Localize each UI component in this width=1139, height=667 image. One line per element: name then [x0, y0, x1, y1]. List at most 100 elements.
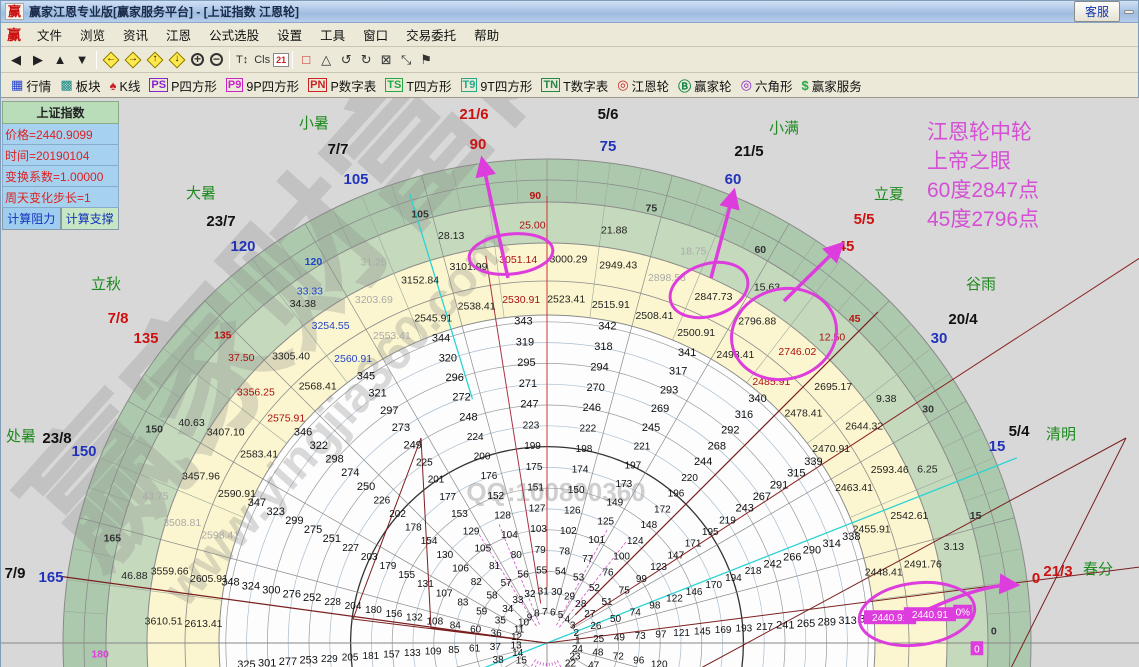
wheel-number: 51	[601, 597, 613, 608]
wheel-number: 296	[446, 372, 464, 384]
menu-item-7[interactable]: 窗口	[355, 23, 396, 46]
wheel-number: 80	[511, 550, 523, 561]
diamond-left-icon[interactable]: ←	[102, 51, 120, 69]
wheel-number: 153	[451, 509, 468, 520]
view-button-0[interactable]: ▦ 行情	[7, 76, 55, 95]
menu-item-2[interactable]: 资讯	[115, 23, 156, 46]
wheel-number: 324	[242, 581, 260, 593]
view-button-1[interactable]: ▩ 板块	[56, 76, 104, 95]
menu-item-1[interactable]: 浏览	[72, 23, 113, 46]
view-button-8[interactable]: TN T数字表	[537, 76, 612, 95]
wheel-number: 156	[386, 609, 403, 620]
wheel-number: 36	[491, 628, 503, 639]
wheel-number: 58	[486, 591, 498, 602]
wheel-number: 125	[597, 516, 614, 527]
wheel-number: 218	[745, 566, 762, 577]
menu-item-0[interactable]: 文件	[29, 23, 70, 46]
menu-item-9[interactable]: 帮助	[466, 23, 507, 46]
wheel-number: 290	[803, 545, 821, 557]
wheel-number: 173	[616, 479, 633, 490]
diamond-up-icon[interactable]: ↑	[146, 51, 164, 69]
view-button-9[interactable]: ◎ 江恩轮	[613, 76, 673, 95]
price-outer-label: 2949.43	[599, 260, 637, 272]
wheel-number: 268	[708, 440, 726, 452]
view-button-2[interactable]: ♠ K线	[106, 76, 145, 95]
wheel-number: 130	[436, 550, 453, 561]
rotate-ccw-tool[interactable]: ↺	[336, 52, 356, 68]
calc-support-button[interactable]: 计算支撑	[60, 208, 119, 230]
wheel-number: 314	[822, 538, 840, 550]
menu-item-4[interactable]: 公式选股	[201, 23, 267, 46]
view-button-7[interactable]: T9 9T四方形	[457, 76, 537, 95]
diamond-down-icon[interactable]: ↓	[168, 51, 186, 69]
customer-service-button[interactable]: 客服	[1073, 1, 1120, 22]
wheel-number: 154	[421, 536, 438, 547]
expand-tool[interactable]: ⤡	[396, 52, 416, 68]
rect-tool[interactable]: □	[296, 52, 316, 67]
nav-icon-1[interactable]: ▶	[27, 50, 49, 70]
menu-item-5[interactable]: 设置	[269, 23, 310, 46]
view-button-5[interactable]: PN P数字表	[304, 76, 380, 95]
menu-item-3[interactable]: 江恩	[158, 23, 199, 46]
outer-label: 15	[989, 438, 1006, 455]
panel-row-1: 时间=20190104	[2, 145, 119, 166]
price-inner-label: 2545.91	[414, 312, 452, 324]
percent-extra-label: 33.33	[297, 285, 323, 297]
view-button-3[interactable]: PS P四方形	[145, 76, 221, 95]
wheel-number: 85	[448, 645, 460, 656]
separator	[96, 50, 97, 69]
wheel-number: 341	[678, 347, 696, 359]
diamond-right-icon[interactable]: →	[124, 51, 142, 69]
zoom-out-icon[interactable]: −	[210, 53, 223, 66]
P数字表-icon: PN	[308, 78, 328, 92]
wheel-number: 318	[594, 341, 612, 353]
wheel-number: 96	[633, 656, 645, 667]
wheel-number: 241	[776, 619, 794, 631]
zoom-in-icon[interactable]: +	[191, 53, 204, 66]
view-button-4[interactable]: P9 9P四方形	[222, 76, 303, 95]
nav-icon-3[interactable]: ▼	[71, 50, 93, 70]
t-updown-icon[interactable]: T↕	[233, 54, 251, 66]
calendar-icon[interactable]: 21	[273, 52, 290, 67]
wheel-number: 202	[389, 509, 406, 520]
panel-row-3: 周天变化步长=1	[2, 187, 119, 208]
wheel-number: 53	[573, 573, 585, 584]
nav-icon-0[interactable]: ◀	[5, 50, 27, 70]
wheel-number: 76	[602, 567, 614, 578]
outer-label: 120	[230, 238, 255, 255]
price-inner-label: 2583.41	[240, 449, 278, 461]
price-outer-label: 2542.61	[890, 510, 928, 522]
rotate-cw-tool[interactable]: ↻	[356, 52, 376, 68]
degree-label: 0	[991, 625, 997, 637]
price-outer-label: 2491.76	[904, 558, 942, 570]
outer-label: 21/5	[734, 143, 763, 160]
triangle-tool[interactable]: △	[316, 52, 336, 68]
view-button-6[interactable]: TS T四方形	[381, 76, 455, 95]
partial-button[interactable]	[1124, 9, 1134, 14]
annotation-line: 60度2847点	[927, 179, 1039, 202]
xbox-tool[interactable]: ⊠	[376, 52, 396, 68]
view-button-11[interactable]: ◎ 六角形	[737, 76, 797, 95]
pin-tool[interactable]: ⚑	[416, 52, 436, 68]
wheel-number: 124	[627, 536, 644, 547]
price-inner-label: 2553.41	[373, 330, 411, 342]
outer-label: 90	[470, 136, 487, 153]
wheel-number: 59	[476, 606, 488, 617]
wheel-number: 199	[524, 441, 541, 452]
cls-button[interactable]: Cls	[251, 54, 273, 66]
menu-item-6[interactable]: 工具	[312, 23, 353, 46]
outer-label: 23/7	[206, 213, 235, 230]
wheel-number: 103	[530, 524, 547, 535]
wheel-number: 148	[640, 520, 657, 531]
wheel-number: 174	[572, 465, 589, 476]
wheel-number: 220	[681, 473, 698, 484]
wheel-number: 274	[341, 467, 359, 479]
nav-icon-2[interactable]: ▲	[49, 50, 71, 70]
view-button-10[interactable]: Ⓑ 赢家轮	[674, 76, 736, 95]
wheel-number: 273	[392, 422, 410, 434]
view-button-12[interactable]: $ 赢家服务	[798, 76, 866, 95]
gann-wheel-svg[interactable]: 赢家财富网www.yingjia360.comQQ:10080036012345…	[0, 0, 1139, 667]
calc-resistance-button[interactable]: 计算阻力	[2, 208, 61, 230]
outer-label: 150	[71, 443, 96, 460]
menu-item-8[interactable]: 交易委托	[398, 23, 464, 46]
